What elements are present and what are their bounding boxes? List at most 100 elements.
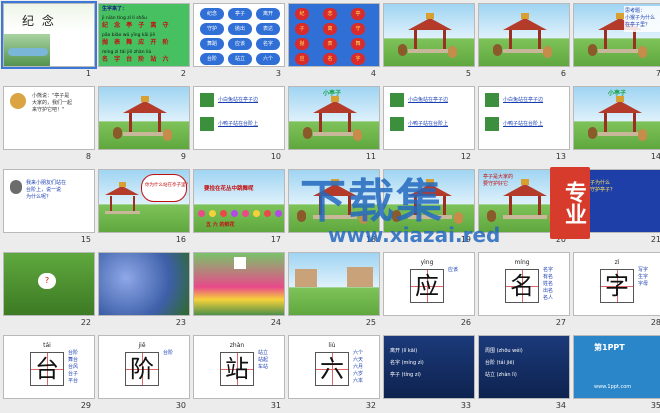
- slide-text-line: 小白兔站在亭子边: [408, 97, 449, 103]
- word-bubble[interactable]: 台阶: [200, 53, 224, 65]
- char-word: 台子: [68, 371, 79, 377]
- word-bubble[interactable]: 离: [323, 23, 337, 35]
- slide-thumbnail[interactable]: jiē 阶台阶: [98, 335, 190, 399]
- word-bubble[interactable]: 抛: [295, 38, 309, 50]
- slide-thumbnail[interactable]: [98, 86, 190, 150]
- slide-thumbnail[interactable]: míng 名名字 有名 姓名 出名 名人: [478, 252, 570, 316]
- slide-thumbnail[interactable]: 纪 念: [1, 1, 97, 69]
- word-bubble[interactable]: 名字: [256, 38, 280, 50]
- char-word: 六岁: [353, 371, 364, 377]
- slide-thumbnail[interactable]: 小亭子: [288, 86, 380, 150]
- slide-thumbnail[interactable]: 要捡在花丛中跳舞呢五 六 的鲜花: [193, 169, 285, 233]
- word-bubble[interactable]: 字: [351, 53, 365, 65]
- slide-thumbnail[interactable]: 周围 (zhōu wéi) 台阶 (tái jiē) 站立 (zhàn lì): [478, 335, 570, 399]
- word-bubble[interactable]: 守: [351, 23, 365, 35]
- slide-thumbnail[interactable]: 小熊说："亭子是 大家的，我们一起 来守护它吧！": [3, 86, 95, 150]
- word-bubble[interactable]: 六个: [256, 53, 280, 65]
- flower-image: [253, 210, 260, 217]
- word-bubble[interactable]: 站立: [228, 53, 252, 65]
- rabbit-image: [200, 93, 214, 107]
- slide-thumbnail[interactable]: 思考题： 小猴子为什么 在亭子里？: [573, 3, 660, 67]
- word-bubble[interactable]: 纪念: [200, 8, 224, 20]
- pavilion-steps: [105, 210, 141, 214]
- pavilion-steps: [503, 215, 547, 219]
- pavilion-steps: [598, 132, 642, 136]
- char-word: 写字: [638, 267, 649, 273]
- word-bubble[interactable]: 应: [295, 53, 309, 65]
- slide-cell: 要捡在花丛中跳舞呢五 六 的鲜花 17: [193, 169, 285, 247]
- lake-image: [8, 48, 48, 56]
- slide-thumbnail[interactable]: 你为什么站在亭子里？: [98, 169, 190, 233]
- slide-thumbnail[interactable]: [288, 169, 380, 233]
- slide-thumbnail[interactable]: [98, 252, 190, 316]
- slide-text-line: 小白兔站在亭子边: [218, 97, 259, 103]
- slide-number: 23: [175, 318, 186, 327]
- slide-thumbnail[interactable]: zì 字写字 生字 字母: [573, 252, 660, 316]
- slide-cell: 18: [288, 169, 380, 247]
- slide-thumbnail[interactable]: 纪 念 亭子 离 守抛 表 舞应 名 字: [288, 3, 380, 67]
- slide-number: 18: [365, 235, 376, 244]
- char-word: 台阶: [68, 350, 79, 356]
- word-bubble[interactable]: 抛出: [228, 23, 252, 35]
- slide-text-line: 应该守护亭子？: [580, 187, 616, 193]
- slide-cell: zhàn 站站立 站起 车站 31: [193, 335, 285, 413]
- char-word: 台风: [68, 364, 79, 370]
- slide-thumbnail[interactable]: [478, 3, 570, 67]
- slide-thumbnail[interactable]: [383, 3, 475, 67]
- slide-thumbnail[interactable]: 第1PPT www.1ppt.com: [573, 335, 660, 399]
- rabbit-image: [390, 93, 404, 107]
- word-bubble[interactable]: 离开: [256, 8, 280, 20]
- word-bubble[interactable]: 表达: [256, 23, 280, 35]
- word-bubble[interactable]: 表: [323, 38, 337, 50]
- slide-cell: yìng 应应该 26: [383, 252, 475, 330]
- word-bubble[interactable]: 舞蹈: [200, 38, 224, 50]
- word-bubble[interactable]: 应该: [228, 38, 252, 50]
- slide-thumbnail[interactable]: 生字来了： jì niàn tíng zǐ lí shǒu 纪 念 亭 子 离 守 p…: [98, 3, 190, 67]
- slide-thumbnail[interactable]: 纪念 亭子 离开守护 抛出 表达舞蹈 应该 名字台阶 站立 六个: [193, 3, 285, 67]
- slide-thumbnail[interactable]: 小白兔站在亭子边 小鸭子站在台阶上: [383, 86, 475, 150]
- slide-number: 15: [80, 235, 91, 244]
- slide-thumbnail[interactable]: tái 台台阶 舞台 台风 台子 平台: [3, 335, 95, 399]
- char-word: 姓名: [543, 281, 554, 287]
- slide-sorter-grid: 纪 念 1 生字来了： jì niàn tíng zǐ lí shǒu 纪 念 亭 子 …: [0, 0, 660, 410]
- slide-thumbnail[interactable]: 小亭子: [573, 86, 660, 150]
- word-bubble[interactable]: 名: [323, 53, 337, 65]
- slide-thumbnail[interactable]: liù 六六个 六天 六月 六岁 六本: [288, 335, 380, 399]
- slide-thumbnail[interactable]: [383, 169, 475, 233]
- char-word: 舞台: [68, 357, 79, 363]
- slide-cell: 小亭子 11: [288, 86, 380, 164]
- slide-cell: 离开 (lí kāi) 名字 (míng zì) 亭子 (tíng zi) 33: [383, 335, 475, 413]
- slide-thumbnail[interactable]: 离开 (lí kāi) 名字 (míng zì) 亭子 (tíng zi): [383, 335, 475, 399]
- word-bubble[interactable]: 纪: [295, 8, 309, 20]
- slide-number: 6: [560, 69, 566, 78]
- word-bubble[interactable]: 亭子: [228, 8, 252, 20]
- pavilion-pillar: [509, 30, 512, 50]
- slide-thumbnail[interactable]: 小鸭子为什么 应该守护亭子？: [573, 169, 660, 233]
- slide-thumbnail[interactable]: [288, 252, 380, 316]
- char-box: 名: [505, 269, 539, 303]
- word-bubble[interactable]: 守护: [200, 23, 224, 35]
- pavilion-top: [616, 13, 624, 19]
- slide-thumbnail[interactable]: zhàn 站站立 站起 车站: [193, 335, 285, 399]
- cartoon-animal: [163, 129, 172, 141]
- word-bubble[interactable]: 舞: [351, 38, 365, 50]
- char-word: 六月: [353, 364, 364, 370]
- slide-thumbnail[interactable]: [193, 252, 285, 316]
- slide-thumbnail[interactable]: 亭子是大家的 要守护好它: [478, 169, 570, 233]
- word-bubble[interactable]: 子: [295, 23, 309, 35]
- pavilion-pillar: [538, 30, 541, 50]
- slide-number: 22: [80, 318, 91, 327]
- slide-text-line: 思考题：: [625, 8, 646, 14]
- slide-thumbnail[interactable]: 小白兔站在亭子边 小鸭子站在台阶上: [193, 86, 285, 150]
- word-bubble[interactable]: 念: [323, 8, 337, 20]
- slide-cell: 小鸭子为什么 应该守护亭子？ 21: [573, 169, 660, 247]
- slide-thumbnail[interactable]: yìng 应应该: [383, 252, 475, 316]
- slide-text-line: 我来小朋友们站在: [26, 180, 67, 186]
- slide-thumbnail[interactable]: ?: [3, 252, 95, 316]
- char-box: 字: [600, 269, 634, 303]
- word-bubble[interactable]: 亭: [351, 8, 365, 20]
- slide-thumbnail[interactable]: 我来小朋友们站在 台阶上，说一说 为什么呢？: [3, 169, 95, 233]
- char-word: 平台: [68, 378, 79, 384]
- slide-number: 4: [370, 69, 376, 78]
- slide-thumbnail[interactable]: 小白兔站在亭子边 小鸭子站在台阶上: [478, 86, 570, 150]
